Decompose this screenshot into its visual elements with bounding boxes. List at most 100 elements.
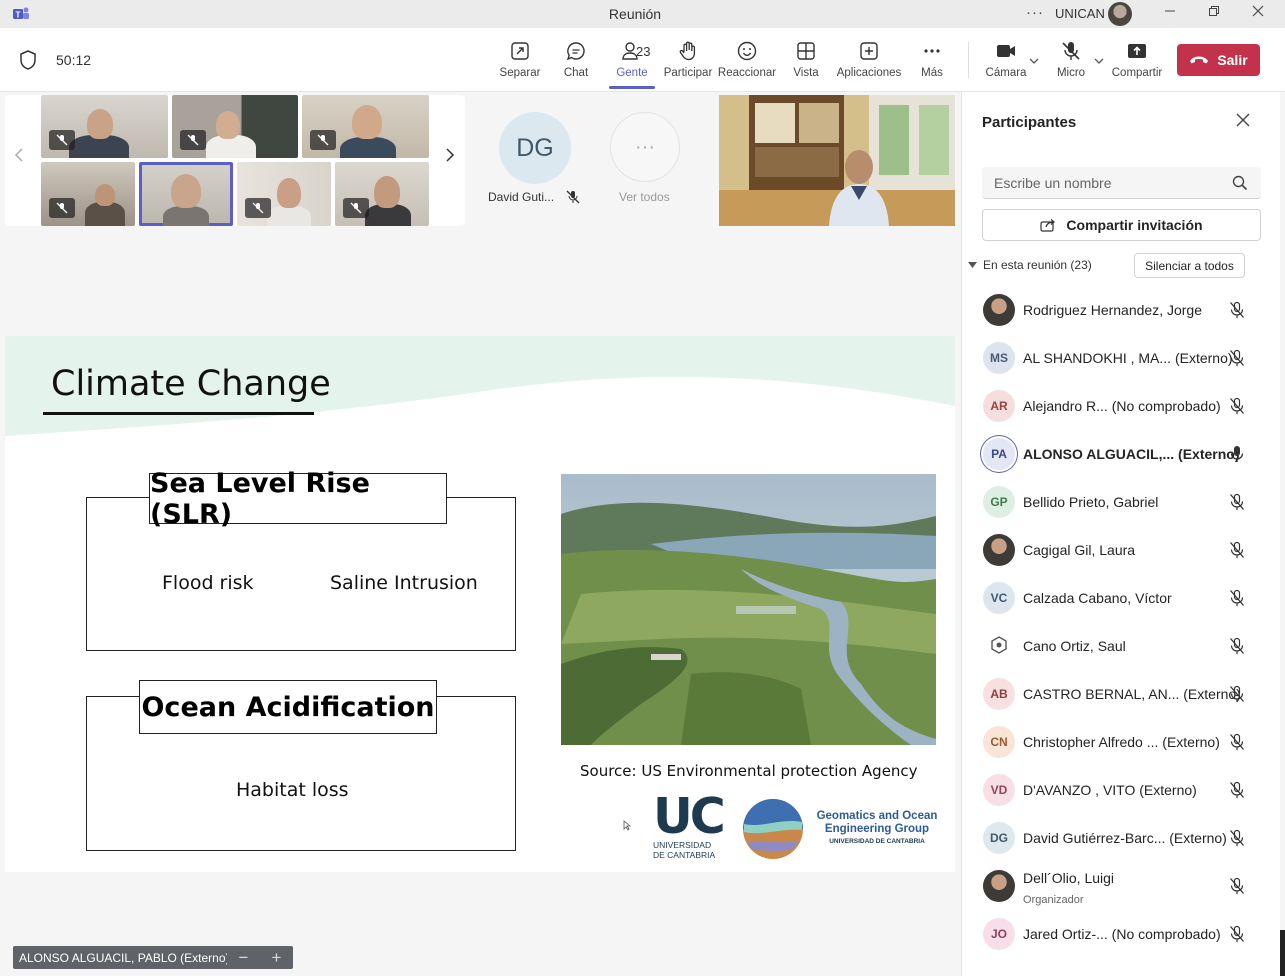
chat-label: Chat	[563, 67, 589, 79]
participant-role: Organizador	[1023, 894, 1084, 906]
uc-logo-letters: UC	[653, 788, 726, 845]
participant-video-tile[interactable]	[302, 95, 429, 158]
muted-mic-icon	[180, 130, 206, 150]
participant-search-input[interactable]	[982, 167, 1261, 199]
participant-avatar: AR	[983, 390, 1015, 422]
participant-row[interactable]: DG David Gutiérrez-Barc... (Externo)	[962, 814, 1281, 862]
zoom-controls: − +	[227, 946, 293, 969]
participant-avatar: AB	[983, 678, 1015, 710]
participant-name: Christopher Alfredo ... (Externo)	[1023, 734, 1220, 750]
close-window-button[interactable]	[1246, 4, 1270, 24]
in-meeting-label: En esta reunión (23)	[983, 258, 1092, 272]
participant-avatar: MS	[983, 342, 1015, 374]
share-screen-button[interactable]: Compartir	[1102, 40, 1172, 79]
participant-name: Bellido Prieto, Gabriel	[1023, 494, 1159, 510]
mic-off-icon	[1229, 781, 1245, 804]
active-tab-indicator	[609, 86, 655, 89]
participant-video-tile[interactable]	[237, 162, 331, 226]
participant-video-tile-selected[interactable]	[139, 162, 233, 226]
view-label: Vista	[793, 67, 819, 79]
participant-avatar: PA	[983, 438, 1015, 470]
participant-row[interactable]: Rodriguez Hernandez, Jorge	[962, 286, 1281, 334]
camera-label: Cámara	[985, 67, 1027, 79]
featured-participant-video[interactable]	[719, 95, 955, 226]
more-button[interactable]: Más	[897, 40, 967, 79]
mic-off-icon	[1229, 685, 1245, 708]
office-video-scene	[719, 95, 955, 226]
participant-row[interactable]: Cagigal Gil, Laura	[962, 526, 1281, 574]
mic-label: Micro	[1056, 67, 1086, 79]
participant-row[interactable]: AB CASTRO BERNAL, AN... (Externo)	[962, 670, 1281, 718]
zoom-in-button[interactable]: +	[272, 948, 282, 968]
grid-icon	[797, 42, 815, 60]
minimize-button[interactable]	[1158, 4, 1182, 24]
participant-name: Alejandro R... (No comprobado)	[1023, 398, 1221, 414]
participant-video-tile[interactable]	[172, 95, 298, 158]
participant-video-tile[interactable]	[41, 162, 135, 226]
org-name[interactable]: UNICAN	[1055, 6, 1105, 21]
close-panel-button[interactable]	[1236, 110, 1250, 133]
gallery-next-chevron-icon[interactable]	[445, 147, 455, 168]
leave-label: Salir	[1217, 52, 1248, 68]
minimize-icon	[1165, 10, 1175, 12]
leave-button[interactable]: Salir	[1177, 44, 1260, 76]
search-icon[interactable]	[1232, 175, 1248, 191]
geomatics-group-logo: Geomatics and Ocean Engineering Group UN…	[742, 798, 952, 860]
pop-out-icon	[511, 42, 529, 60]
habitat-loss-text: Habitat loss	[236, 779, 349, 801]
shared-slide: Climate Change Sea Level Rise (SLR) Floo…	[5, 336, 955, 872]
gallery-prev-chevron-icon[interactable]	[14, 147, 24, 168]
share-invite-label: Compartir invitación	[1066, 217, 1203, 233]
geomatics-group-name: Geomatics and Ocean Engineering Group	[816, 810, 938, 835]
participant-row[interactable]: AR Alejandro R... (No comprobado)	[962, 382, 1281, 430]
view-button[interactable]: Vista	[771, 40, 841, 79]
participant-name: D'AVANZO , VITO (Externo)	[1023, 782, 1197, 798]
participant-row[interactable]: PA ALONSO ALGUACIL,... (Externo)	[962, 430, 1281, 478]
mic-off-icon	[1229, 877, 1245, 900]
raise-hand-icon	[679, 41, 696, 61]
participant-row[interactable]: GP Bellido Prieto, Gabriel	[962, 478, 1281, 526]
muted-mic-icon	[566, 190, 580, 204]
participant-name: Jared Ortiz-... (No comprobado)	[1023, 926, 1221, 942]
participant-row[interactable]: VC Calzada Cabano, Víctor	[962, 574, 1281, 622]
participant-row[interactable]: Cano Ortiz, Saul	[962, 622, 1281, 670]
zoom-out-button[interactable]: −	[239, 948, 249, 968]
participant-row[interactable]: Dell´Olio, Luigi Organizador	[962, 862, 1281, 910]
participant-name: Calzada Cabano, Víctor	[1023, 590, 1172, 606]
participant-row[interactable]: CN Christopher Alfredo ... (Externo)	[962, 718, 1281, 766]
participant-row[interactable]: MS AL SHANDOKHI , MA... (Externo)	[962, 334, 1281, 382]
view-all-button[interactable]: ···	[610, 112, 680, 182]
mic-off-icon	[1229, 301, 1245, 324]
panel-title: Participantes	[982, 114, 1077, 131]
participant-video-tile[interactable]	[41, 95, 168, 158]
share-invite-button[interactable]: Compartir invitación	[982, 209, 1261, 241]
presenter-name-tag: ALONSO ALGUACIL, PABLO (Externo)	[13, 946, 236, 969]
share-icon	[1040, 219, 1056, 232]
close-icon	[1252, 5, 1264, 17]
scrollbar[interactable]	[1280, 930, 1285, 976]
mic-off-icon	[1229, 493, 1245, 516]
account-avatar[interactable]	[1108, 2, 1132, 26]
restore-button[interactable]	[1202, 4, 1226, 24]
share-screen-icon	[1128, 44, 1146, 58]
more-icon	[924, 49, 940, 53]
participant-avatar[interactable]: DG	[499, 112, 571, 184]
participant-avatar: VD	[983, 774, 1015, 806]
apps-label: Aplicaciones	[836, 67, 902, 79]
raise-hand-label: Participar	[663, 67, 713, 79]
mic-off-icon	[1229, 733, 1245, 756]
participant-video-tile[interactable]	[335, 162, 429, 226]
participant-avatar: GP	[983, 486, 1015, 518]
participant-avatar: JO	[983, 918, 1015, 950]
hang-up-icon	[1190, 56, 1209, 64]
participant-row[interactable]: JO Jared Ortiz-... (No comprobado)	[962, 910, 1281, 958]
in-meeting-section-toggle[interactable]: En esta reunión (23)	[968, 258, 1092, 272]
shield-icon[interactable]	[20, 50, 36, 70]
apps-button[interactable]: Aplicaciones	[834, 40, 904, 79]
mic-off-icon	[1229, 397, 1245, 420]
toolbar-divider	[968, 42, 969, 78]
mic-off-icon	[1229, 349, 1245, 372]
participant-row[interactable]: VD D'AVANZO , VITO (Externo)	[962, 766, 1281, 814]
titlebar-more-button[interactable]: ···	[1026, 4, 1044, 21]
mute-all-button[interactable]: Silenciar a todos	[1134, 253, 1245, 278]
